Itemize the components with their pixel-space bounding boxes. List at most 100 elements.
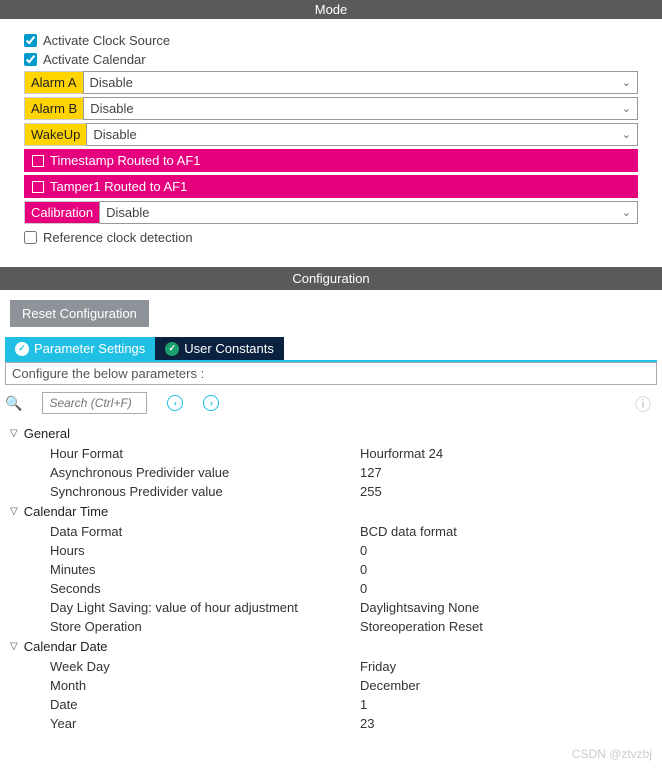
- activate-calendar-row: Activate Calendar: [24, 52, 638, 67]
- row-async-predivider[interactable]: Asynchronous Predivider value127: [10, 463, 652, 482]
- row-minutes[interactable]: Minutes0: [10, 560, 652, 579]
- value-async-predivider: 127: [360, 465, 382, 480]
- value-minutes: 0: [360, 562, 367, 577]
- label-data-format: Data Format: [50, 524, 360, 539]
- caret-down-icon: ▽: [10, 641, 18, 652]
- group-calendar-time[interactable]: ▽ Calendar Time: [10, 504, 652, 519]
- calibration-row: Calibration Disable ⌄: [24, 201, 638, 224]
- alarm-b-row: Alarm B Disable ⌄: [24, 97, 638, 120]
- label-hours: Hours: [50, 543, 360, 558]
- alarm-b-select[interactable]: Disable ⌄: [83, 97, 638, 120]
- value-year: 23: [360, 716, 374, 731]
- calibration-value: Disable: [106, 205, 149, 220]
- value-date: 1: [360, 697, 367, 712]
- value-month: December: [360, 678, 420, 693]
- row-sync-predivider[interactable]: Synchronous Predivider value255: [10, 482, 652, 501]
- chevron-down-icon: ⌄: [622, 76, 631, 89]
- watermark: CSDN @ztvzbj: [0, 743, 662, 765]
- reset-row: Reset Configuration: [0, 290, 662, 337]
- row-seconds[interactable]: Seconds0: [10, 579, 652, 598]
- configure-hint: Configure the below parameters :: [5, 362, 657, 385]
- mode-section: Activate Clock Source Activate Calendar …: [0, 19, 662, 257]
- alarm-a-label: Alarm A: [24, 71, 83, 94]
- value-weekday: Friday: [360, 659, 396, 674]
- tamper1-checkbox[interactable]: [32, 181, 44, 193]
- check-icon: ✓: [165, 342, 179, 356]
- wakeup-select[interactable]: Disable ⌄: [86, 123, 638, 146]
- check-icon: ✓: [15, 342, 29, 356]
- chevron-down-icon: ⌄: [622, 206, 631, 219]
- tab-parameter-settings[interactable]: ✓ Parameter Settings: [5, 337, 155, 360]
- row-hour-format[interactable]: Hour FormatHourformat 24: [10, 444, 652, 463]
- alarm-a-row: Alarm A Disable ⌄: [24, 71, 638, 94]
- value-sync-predivider: 255: [360, 484, 382, 499]
- row-daylight[interactable]: Day Light Saving: value of hour adjustme…: [10, 598, 652, 617]
- tamper1-row: Tamper1 Routed to AF1: [24, 175, 638, 198]
- label-sync-predivider: Synchronous Predivider value: [50, 484, 360, 499]
- next-button[interactable]: ›: [203, 395, 219, 411]
- label-minutes: Minutes: [50, 562, 360, 577]
- value-seconds: 0: [360, 581, 367, 596]
- reset-configuration-button[interactable]: Reset Configuration: [10, 300, 149, 327]
- alarm-a-select[interactable]: Disable ⌄: [83, 71, 638, 94]
- label-hour-format: Hour Format: [50, 446, 360, 461]
- alarm-b-label: Alarm B: [24, 97, 83, 120]
- group-calendar-time-title: Calendar Time: [24, 504, 109, 519]
- activate-clock-checkbox[interactable]: [24, 34, 37, 47]
- label-month: Month: [50, 678, 360, 693]
- row-data-format[interactable]: Data FormatBCD data format: [10, 522, 652, 541]
- value-hour-format: Hourformat 24: [360, 446, 443, 461]
- calibration-label: Calibration: [24, 201, 99, 224]
- label-year: Year: [50, 716, 360, 731]
- label-async-predivider: Asynchronous Predivider value: [50, 465, 360, 480]
- group-calendar-date[interactable]: ▽ Calendar Date: [10, 639, 652, 654]
- info-icon: ⓘ: [635, 391, 651, 415]
- search-icon: 🔍: [5, 395, 22, 412]
- parameters-panel: ▽ General Hour FormatHourformat 24 Async…: [0, 421, 662, 743]
- timestamp-row: Timestamp Routed to AF1: [24, 149, 638, 172]
- row-hours[interactable]: Hours0: [10, 541, 652, 560]
- label-seconds: Seconds: [50, 581, 360, 596]
- activate-clock-label: Activate Clock Source: [43, 33, 170, 48]
- ref-clock-label: Reference clock detection: [43, 230, 193, 245]
- calibration-select[interactable]: Disable ⌄: [99, 201, 638, 224]
- wakeup-row: WakeUp Disable ⌄: [24, 123, 638, 146]
- tab-parameter-label: Parameter Settings: [34, 341, 145, 356]
- tab-user-constants[interactable]: ✓ User Constants: [155, 337, 284, 360]
- activate-calendar-checkbox[interactable]: [24, 53, 37, 66]
- search-input[interactable]: [42, 392, 147, 414]
- mode-header: Mode: [0, 0, 662, 19]
- ref-clock-row: Reference clock detection: [24, 230, 638, 245]
- chevron-down-icon: ⌄: [622, 128, 631, 141]
- group-general[interactable]: ▽ General: [10, 426, 652, 441]
- caret-down-icon: ▽: [10, 506, 18, 517]
- wakeup-label: WakeUp: [24, 123, 86, 146]
- value-hours: 0: [360, 543, 367, 558]
- label-store: Store Operation: [50, 619, 360, 634]
- chevron-down-icon: ⌄: [622, 102, 631, 115]
- tabs: ✓ Parameter Settings ✓ User Constants: [5, 337, 657, 362]
- row-weekday[interactable]: Week DayFriday: [10, 657, 652, 676]
- value-daylight: Daylightsaving None: [360, 600, 479, 615]
- search-row: 🔍 ‹ › ⓘ: [5, 391, 657, 415]
- label-date: Date: [50, 697, 360, 712]
- activate-clock-row: Activate Clock Source: [24, 33, 638, 48]
- value-store: Storeoperation Reset: [360, 619, 483, 634]
- value-data-format: BCD data format: [360, 524, 457, 539]
- row-date[interactable]: Date1: [10, 695, 652, 714]
- timestamp-checkbox[interactable]: [32, 155, 44, 167]
- timestamp-label: Timestamp Routed to AF1: [50, 153, 201, 168]
- label-weekday: Week Day: [50, 659, 360, 674]
- row-year[interactable]: Year23: [10, 714, 652, 733]
- ref-clock-checkbox[interactable]: [24, 231, 37, 244]
- activate-calendar-label: Activate Calendar: [43, 52, 146, 67]
- row-month[interactable]: MonthDecember: [10, 676, 652, 695]
- group-calendar-date-title: Calendar Date: [24, 639, 108, 654]
- row-store[interactable]: Store OperationStoreoperation Reset: [10, 617, 652, 636]
- tamper1-label: Tamper1 Routed to AF1: [50, 179, 187, 194]
- tab-user-label: User Constants: [184, 341, 274, 356]
- prev-button[interactable]: ‹: [167, 395, 183, 411]
- caret-down-icon: ▽: [10, 428, 18, 439]
- label-daylight: Day Light Saving: value of hour adjustme…: [50, 600, 360, 615]
- group-general-title: General: [24, 426, 70, 441]
